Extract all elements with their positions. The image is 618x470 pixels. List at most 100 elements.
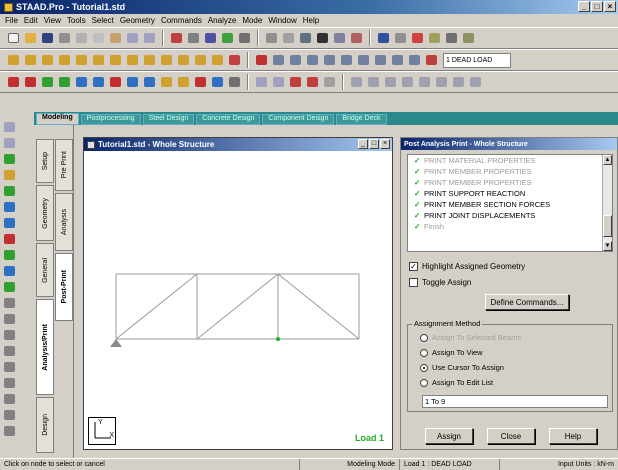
refresh-icon[interactable]: [210, 75, 225, 90]
split-beam-icon[interactable]: [417, 75, 432, 90]
add-solid-icon[interactable]: [400, 75, 415, 90]
bottom-view-icon[interactable]: [193, 53, 208, 68]
perspective-icon[interactable]: [227, 53, 242, 68]
side-tab-general[interactable]: General: [36, 243, 54, 297]
structure-canvas[interactable]: Y X Load 1: [84, 151, 392, 449]
camera-icon[interactable]: [315, 31, 330, 46]
rotate-down-icon[interactable]: [23, 53, 38, 68]
list-icon-5[interactable]: [2, 360, 16, 374]
list-icon-8[interactable]: [2, 408, 16, 422]
child-minimize-button[interactable]: _: [358, 139, 368, 149]
merge-icon[interactable]: [451, 75, 466, 90]
beam-icon[interactable]: [2, 152, 16, 166]
property-icon[interactable]: [2, 168, 16, 182]
radio-use-cursor[interactable]: Use Cursor To Assign: [420, 363, 504, 372]
paste-icon[interactable]: [108, 31, 123, 46]
command-item[interactable]: ✓ PRINT MEMBER PROPERTIES: [408, 177, 612, 188]
save-icon[interactable]: [40, 31, 55, 46]
display-view-icon[interactable]: [390, 53, 405, 68]
mirror-icon[interactable]: [305, 75, 320, 90]
zoom-window-icon[interactable]: [271, 53, 286, 68]
surfaces-cursor-icon[interactable]: [57, 75, 72, 90]
checkbox-icon[interactable]: [409, 278, 418, 287]
diagonal-3[interactable]: [277, 273, 360, 340]
back-view-icon[interactable]: [125, 53, 140, 68]
radio-assign-to-edit-list[interactable]: Assign To Edit List: [420, 378, 493, 387]
radio-icon[interactable]: [420, 348, 428, 357]
material-icon[interactable]: [2, 232, 16, 246]
design-icon[interactable]: [2, 264, 16, 278]
page-control-icon[interactable]: [2, 120, 16, 134]
plates-cursor-icon[interactable]: [40, 75, 55, 90]
child-maximize-button[interactable]: □: [369, 139, 379, 149]
physical-member-icon[interactable]: [108, 75, 123, 90]
rotate-up-icon[interactable]: [6, 53, 21, 68]
left-view-icon[interactable]: [142, 53, 157, 68]
tab-steel-design[interactable]: Steel Design: [142, 114, 195, 125]
zoom-in-icon[interactable]: [288, 53, 303, 68]
child-close-button[interactable]: ×: [380, 139, 390, 149]
radio-icon[interactable]: [420, 363, 428, 372]
new-file-icon[interactable]: [6, 31, 21, 46]
structure-wizard-icon[interactable]: [169, 31, 184, 46]
command-item[interactable]: ✓ PRINT MEMBER PROPERTIES: [408, 166, 612, 177]
add-beam-icon[interactable]: [366, 75, 381, 90]
rotate-right-icon[interactable]: [57, 53, 72, 68]
list-icon-3[interactable]: [2, 328, 16, 342]
scroll-down-icon[interactable]: ▼: [603, 241, 612, 251]
side-tab-pre-print[interactable]: Pre Print: [55, 139, 73, 191]
copy-geometry-icon[interactable]: [271, 75, 286, 90]
menu-tools[interactable]: Tools: [64, 16, 89, 25]
spec-icon[interactable]: [2, 184, 16, 198]
circular-repeat-icon[interactable]: [322, 75, 337, 90]
beams-cursor-icon[interactable]: [23, 75, 38, 90]
spin-left-icon[interactable]: [74, 53, 89, 68]
cursor-icon[interactable]: [424, 53, 439, 68]
command-item[interactable]: ✓ PRINT MATERIAL PROPERTIES: [408, 155, 612, 166]
support-cursor-icon[interactable]: [176, 75, 191, 90]
list-icon-4[interactable]: [2, 344, 16, 358]
label-cursor-icon[interactable]: [142, 75, 157, 90]
tab-postprocessing[interactable]: Postprocessing: [80, 114, 141, 125]
dimension-icon[interactable]: [444, 31, 459, 46]
zoom-out-icon[interactable]: [305, 53, 320, 68]
geometry-cursor-icon[interactable]: [91, 75, 106, 90]
cut-icon[interactable]: [74, 31, 89, 46]
list-icon-1[interactable]: [2, 296, 16, 310]
redo-icon[interactable]: [142, 31, 157, 46]
radio-icon[interactable]: [420, 378, 428, 387]
select-tool-icon[interactable]: [254, 53, 269, 68]
rotate-left-icon[interactable]: [40, 53, 55, 68]
add-icon[interactable]: [2, 280, 16, 294]
menu-edit[interactable]: Edit: [21, 16, 41, 25]
spin-right-icon[interactable]: [91, 53, 106, 68]
print-preview-icon[interactable]: [264, 31, 279, 46]
side-tab-geometry[interactable]: Geometry: [36, 185, 54, 241]
translational-repeat-icon[interactable]: [288, 75, 303, 90]
command-item[interactable]: ✓ Finish: [408, 221, 612, 232]
zoom-dynamic-icon[interactable]: [339, 53, 354, 68]
tape-icon[interactable]: [461, 31, 476, 46]
menu-commands[interactable]: Commands: [158, 16, 205, 25]
grid-icon[interactable]: [186, 31, 201, 46]
load-cursor-icon[interactable]: [159, 75, 174, 90]
zoom-all-icon[interactable]: [322, 53, 337, 68]
highlight-geometry-checkbox[interactable]: ✓ Highlight Assigned Geometry: [409, 262, 525, 271]
tab-component-design[interactable]: Component Design: [262, 114, 335, 125]
assign-button[interactable]: Assign: [425, 428, 473, 444]
nodes-cursor-icon[interactable]: [6, 75, 21, 90]
edit-list-input[interactable]: 1 To 9: [422, 395, 608, 408]
tab-concrete-design[interactable]: Concrete Design: [196, 114, 261, 125]
menu-file[interactable]: File: [2, 16, 21, 25]
window-icon[interactable]: [376, 31, 391, 46]
top-view-icon[interactable]: [176, 53, 191, 68]
menu-mode[interactable]: Mode: [239, 16, 265, 25]
close-button[interactable]: ×: [604, 1, 616, 12]
menu-view[interactable]: View: [41, 16, 64, 25]
define-commands-button[interactable]: Define Commands...: [485, 294, 569, 310]
picture-icon[interactable]: [298, 31, 313, 46]
side-tab-post-print[interactable]: Post-Print: [55, 253, 73, 321]
maximize-button[interactable]: □: [591, 1, 603, 12]
list-icon-9[interactable]: [2, 424, 16, 438]
diagonal-2[interactable]: [196, 273, 279, 340]
